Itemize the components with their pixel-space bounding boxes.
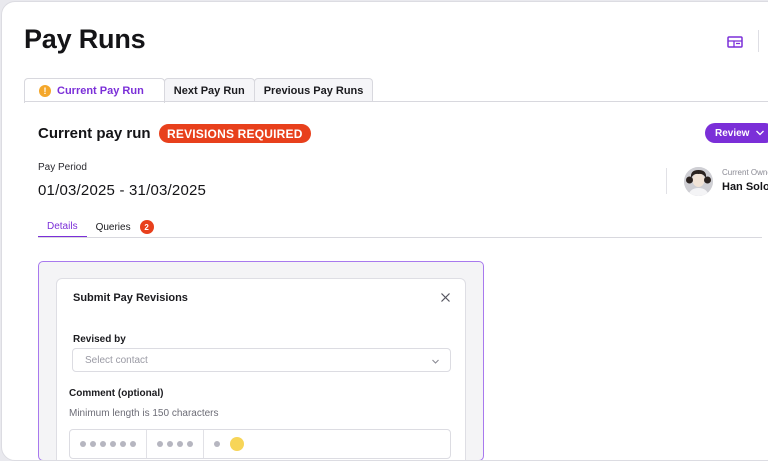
comment-label: Comment (optional) <box>69 388 164 399</box>
owner-name: Han Solo <box>722 181 768 193</box>
page-title: Pay Runs <box>24 24 146 54</box>
emoji-icon[interactable] <box>230 437 244 451</box>
owner-label: Current Owner <box>722 168 768 177</box>
close-icon[interactable] <box>440 292 451 303</box>
detail-subtabs: Details Queries 2 <box>38 216 163 238</box>
review-button-label: Review <box>715 127 750 139</box>
queries-count-badge: 2 <box>139 220 154 234</box>
subtab-queries-label: Queries <box>95 221 131 233</box>
header-divider <box>758 30 759 52</box>
tab-label: Next Pay Run <box>173 84 245 97</box>
chevron-down-icon <box>756 130 765 136</box>
comment-editor-toolbar[interactable] <box>69 429 451 459</box>
tab-next-pay-run[interactable]: Next Pay Run <box>163 78 255 102</box>
toolbar-format-group[interactable] <box>70 430 147 458</box>
avatar-image <box>684 167 713 196</box>
revised-by-label: Revised by <box>73 334 126 345</box>
tab-label: Current Pay Run <box>57 85 144 97</box>
subtab-details[interactable]: Details <box>38 216 87 238</box>
chevron-down-icon <box>432 359 439 364</box>
submit-revisions-modal: Submit Pay Revisions Revised by Select c… <box>56 278 466 460</box>
toolbar-extra-group[interactable] <box>204 430 254 458</box>
modal-title: Submit Pay Revisions <box>73 292 188 304</box>
contact-select[interactable]: Select contact <box>72 348 451 372</box>
pay-period-label: Pay Period <box>38 162 87 173</box>
subtabs-divider <box>38 237 762 238</box>
owner-divider <box>666 168 667 194</box>
tab-current-pay-run[interactable]: ! Current Pay Run <box>24 78 165 103</box>
review-button[interactable]: Review <box>705 123 768 143</box>
app-window: Pay Runs ! Current Pay Run Next Pay Run … <box>1 1 768 461</box>
status-badge: REVISIONS REQUIRED <box>159 124 311 143</box>
tab-previous-pay-runs[interactable]: Previous Pay Runs <box>253 78 374 102</box>
tab-label: Previous Pay Runs <box>263 84 364 97</box>
table-view-icon[interactable] <box>726 33 744 51</box>
contact-select-placeholder: Select contact <box>85 354 148 366</box>
subtab-queries[interactable]: Queries 2 <box>87 216 163 238</box>
tabs-divider <box>24 101 768 102</box>
toolbar-style-group[interactable] <box>147 430 204 458</box>
pay-period-value: 01/03/2025 - 31/03/2025 <box>38 182 207 199</box>
pay-run-title: Current pay run <box>38 125 151 142</box>
avatar <box>684 167 713 196</box>
comment-hint: Minimum length is 150 characters <box>69 408 219 419</box>
warning-icon: ! <box>39 85 51 97</box>
pay-run-tabs: ! Current Pay Run Next Pay Run Previous … <box>24 78 374 103</box>
